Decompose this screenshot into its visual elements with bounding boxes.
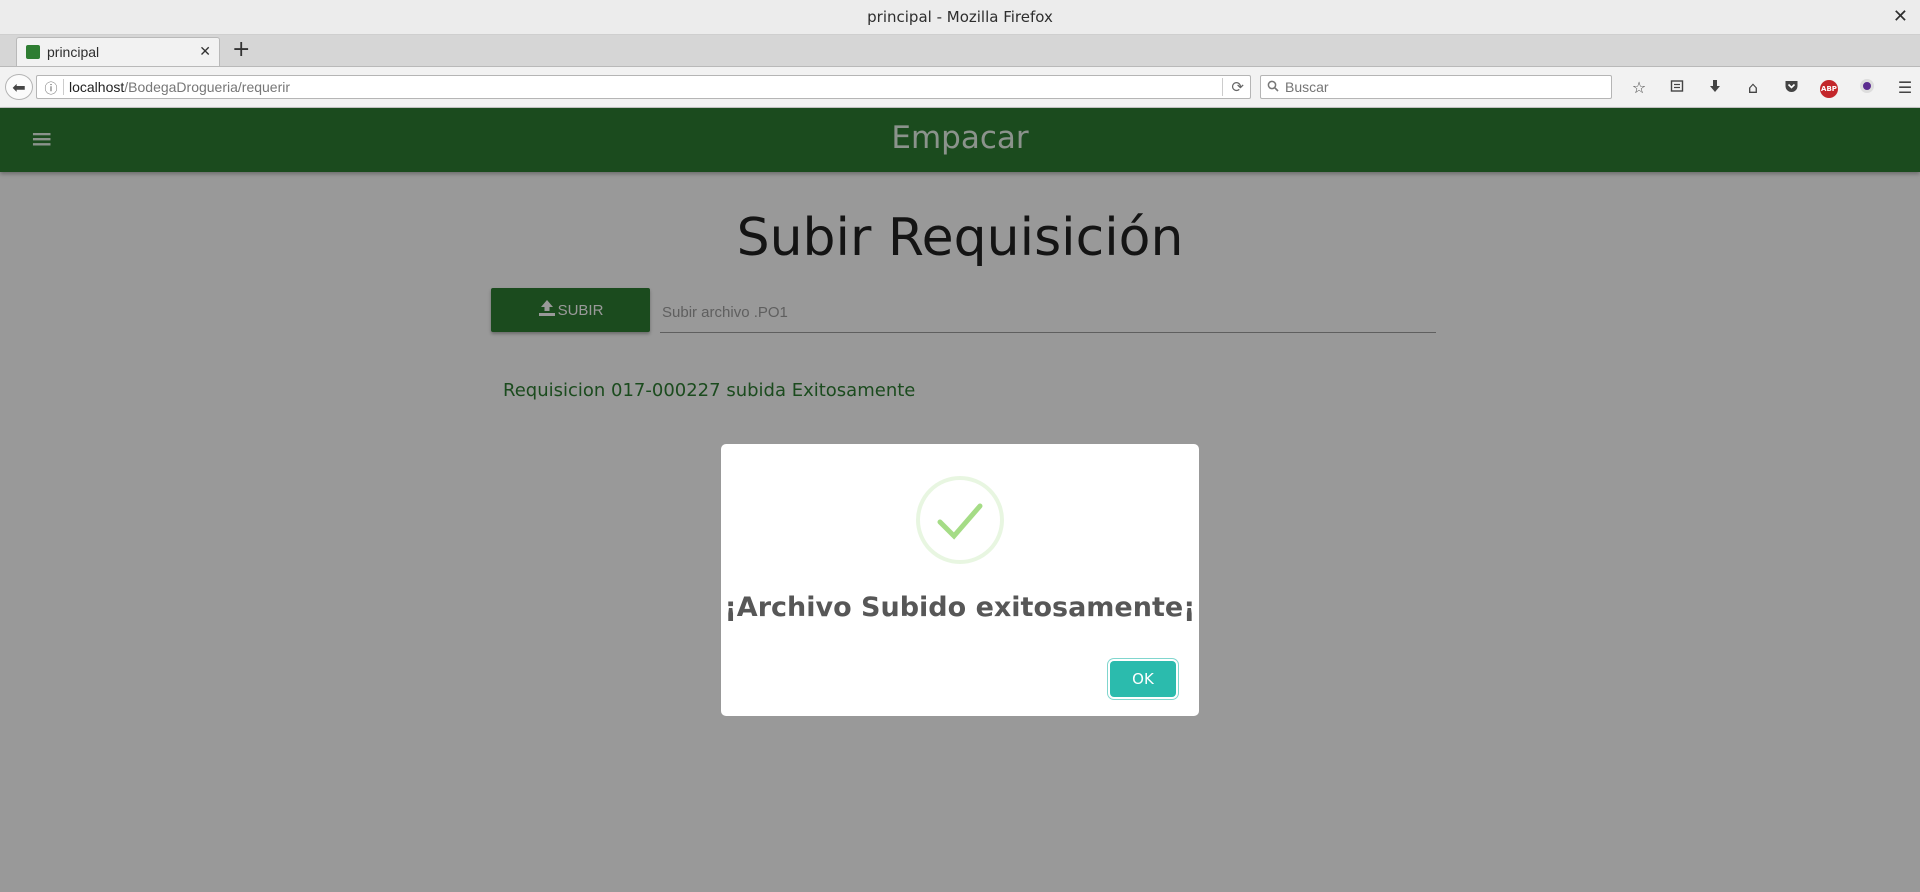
extension-icon[interactable] xyxy=(1848,78,1886,97)
pocket-icon[interactable] xyxy=(1772,78,1810,97)
back-arrow-icon: ⬅ xyxy=(12,77,26,97)
adblock-plus-label: ABP xyxy=(1820,80,1838,98)
new-tab-button[interactable]: + xyxy=(232,38,250,62)
bookmark-star-icon[interactable]: ☆ xyxy=(1620,78,1658,97)
tab-principal[interactable]: principal ✕ xyxy=(16,37,220,66)
search-input[interactable] xyxy=(1283,78,1611,96)
back-button[interactable]: ⬅ xyxy=(5,74,33,100)
reading-list-icon[interactable] xyxy=(1658,78,1696,97)
success-check-icon xyxy=(916,476,1004,564)
search-bar[interactable] xyxy=(1260,75,1612,99)
window-close-button[interactable]: ✕ xyxy=(1893,6,1908,27)
site-info-icon[interactable]: ⓘ xyxy=(41,78,61,97)
url-host: localhost xyxy=(69,79,125,95)
dialog-title: ¡Archivo Subido exitosamente¡ xyxy=(724,592,1196,623)
menu-icon[interactable]: ☰ xyxy=(1886,78,1920,97)
tab-close-button[interactable]: ✕ xyxy=(199,44,211,60)
window-title: principal - Mozilla Firefox xyxy=(867,8,1053,26)
success-dialog: ¡Archivo Subido exitosamente¡ OK xyxy=(721,444,1199,716)
reload-icon[interactable]: ⟳ xyxy=(1222,78,1244,96)
url-bar[interactable]: ⓘ localhost/BodegaDrogueria/requerir ⟳ xyxy=(36,75,1251,99)
ok-button[interactable]: OK xyxy=(1110,661,1176,697)
tab-strip: principal ✕ + xyxy=(0,35,1920,67)
window-titlebar: principal - Mozilla Firefox ✕ xyxy=(0,0,1920,35)
url-path: /BodegaDrogueria/requerir xyxy=(124,79,291,95)
site-favicon-icon xyxy=(26,45,40,59)
url-separator xyxy=(63,79,64,95)
navigation-bar: ⬅ ⓘ localhost/BodegaDrogueria/requerir ⟳… xyxy=(0,67,1920,108)
app-page: ≡ Empacar Subir Requisición SUBIR Requis… xyxy=(0,108,1920,892)
home-icon[interactable]: ⌂ xyxy=(1734,78,1772,97)
adblock-plus-icon[interactable]: ABP xyxy=(1810,76,1848,98)
tab-label: principal xyxy=(47,44,100,60)
search-icon xyxy=(1267,80,1279,95)
download-icon[interactable] xyxy=(1696,78,1734,97)
toolbar-icons: ☆ ⌂ ABP ☰ xyxy=(1620,75,1920,99)
